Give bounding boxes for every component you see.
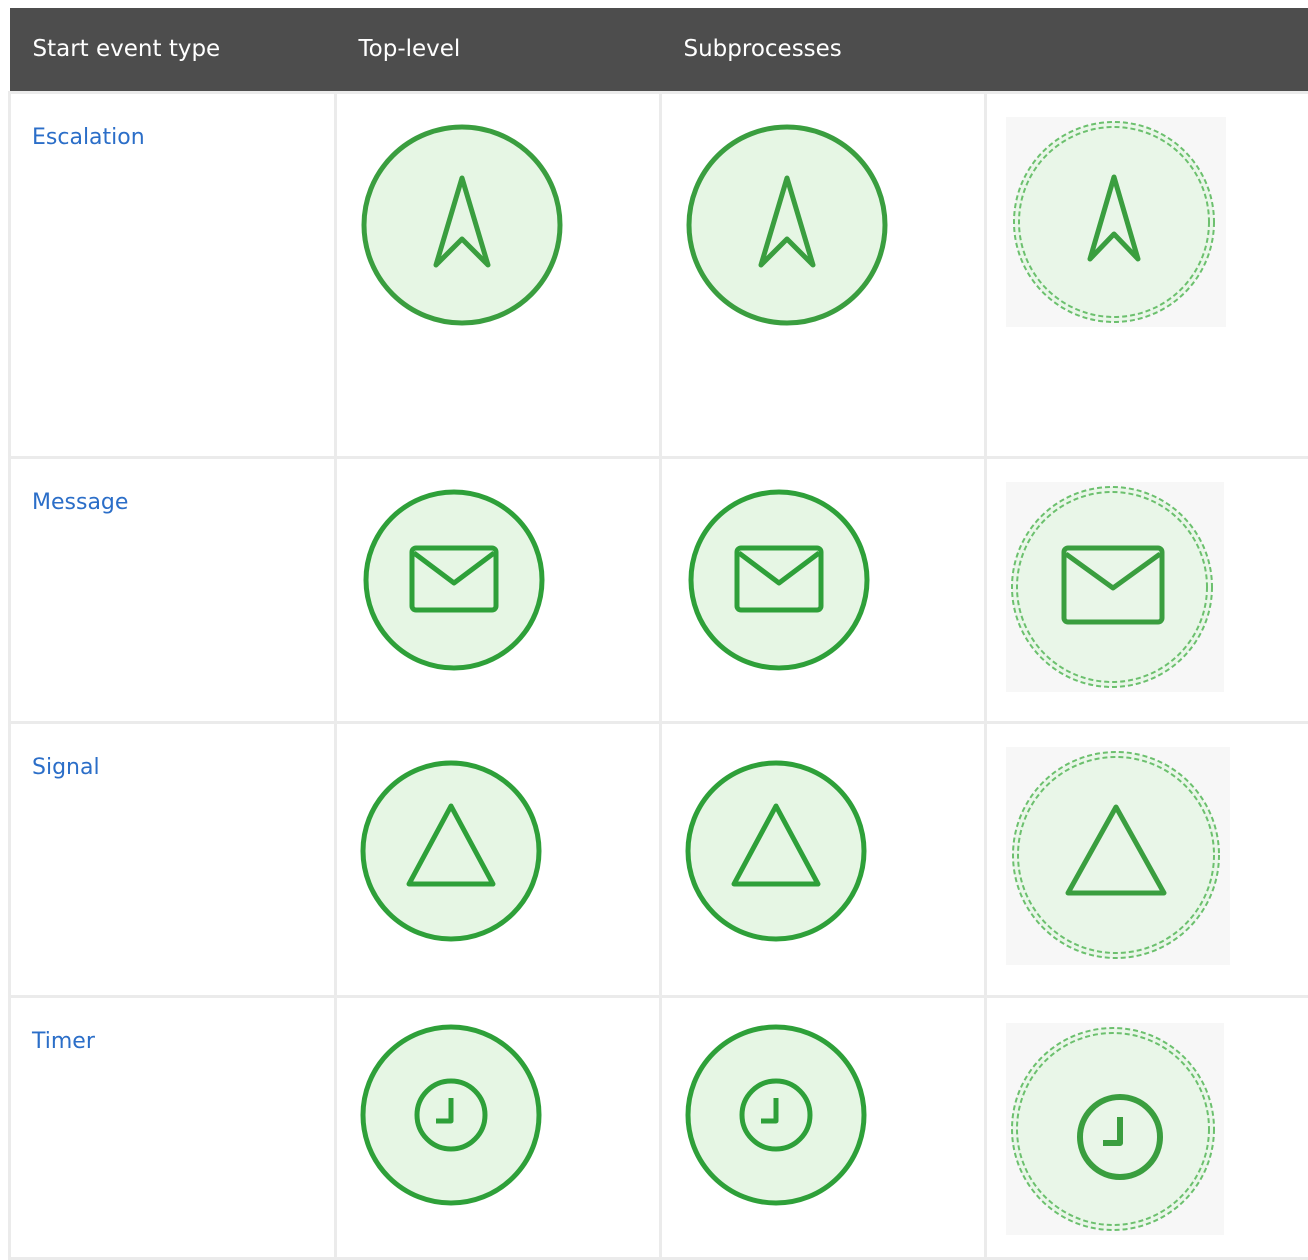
- escalation-icon: [1006, 117, 1226, 327]
- top-level-cell: [336, 996, 661, 1258]
- message-icon: [361, 487, 547, 673]
- signal-icon: [1006, 747, 1230, 965]
- table-row: Timer: [10, 996, 1308, 1258]
- timer-icon: [1006, 1023, 1224, 1235]
- signal-icon: [683, 758, 869, 944]
- header-start-event-type: Start event type: [10, 8, 336, 92]
- message-icon: [686, 487, 872, 673]
- start-event-table: Start event type Top-level Subprocesses …: [8, 8, 1308, 1260]
- event-type-cell: Escalation: [10, 92, 336, 457]
- table-row: Signal: [10, 722, 1308, 996]
- message-icon: [1006, 482, 1224, 692]
- table-row: Message: [10, 457, 1308, 722]
- top-level-cell: [336, 722, 661, 996]
- timer-icon: [358, 1022, 544, 1208]
- timer-link[interactable]: Timer: [11, 998, 334, 1054]
- escalation-icon: [356, 121, 568, 329]
- escalation-icon: [681, 121, 893, 329]
- header-subprocesses: Subprocesses: [661, 8, 986, 92]
- non-interrupting-cell: [986, 722, 1308, 996]
- non-interrupting-cell: [986, 92, 1308, 457]
- table-row: Escalation: [10, 92, 1308, 457]
- top-level-cell: [336, 92, 661, 457]
- event-type-cell: Timer: [10, 996, 336, 1258]
- event-type-cell: Message: [10, 457, 336, 722]
- table-header-row: Start event type Top-level Subprocesses: [10, 8, 1308, 92]
- subprocess-cell: [661, 92, 986, 457]
- event-type-cell: Signal: [10, 722, 336, 996]
- message-link[interactable]: Message: [11, 459, 334, 515]
- top-level-cell: [336, 457, 661, 722]
- escalation-link[interactable]: Escalation: [11, 94, 334, 150]
- subprocess-cell: [661, 996, 986, 1258]
- non-interrupting-cell: [986, 996, 1308, 1258]
- subprocess-cell: [661, 722, 986, 996]
- non-interrupting-cell: [986, 457, 1308, 722]
- signal-icon: [358, 758, 544, 944]
- timer-icon: [683, 1022, 869, 1208]
- header-top-level: Top-level: [336, 8, 661, 92]
- subprocess-cell: [661, 457, 986, 722]
- page: Start event type Top-level Subprocesses …: [0, 0, 1308, 1258]
- header-empty: [986, 8, 1308, 92]
- signal-link[interactable]: Signal: [11, 724, 334, 780]
